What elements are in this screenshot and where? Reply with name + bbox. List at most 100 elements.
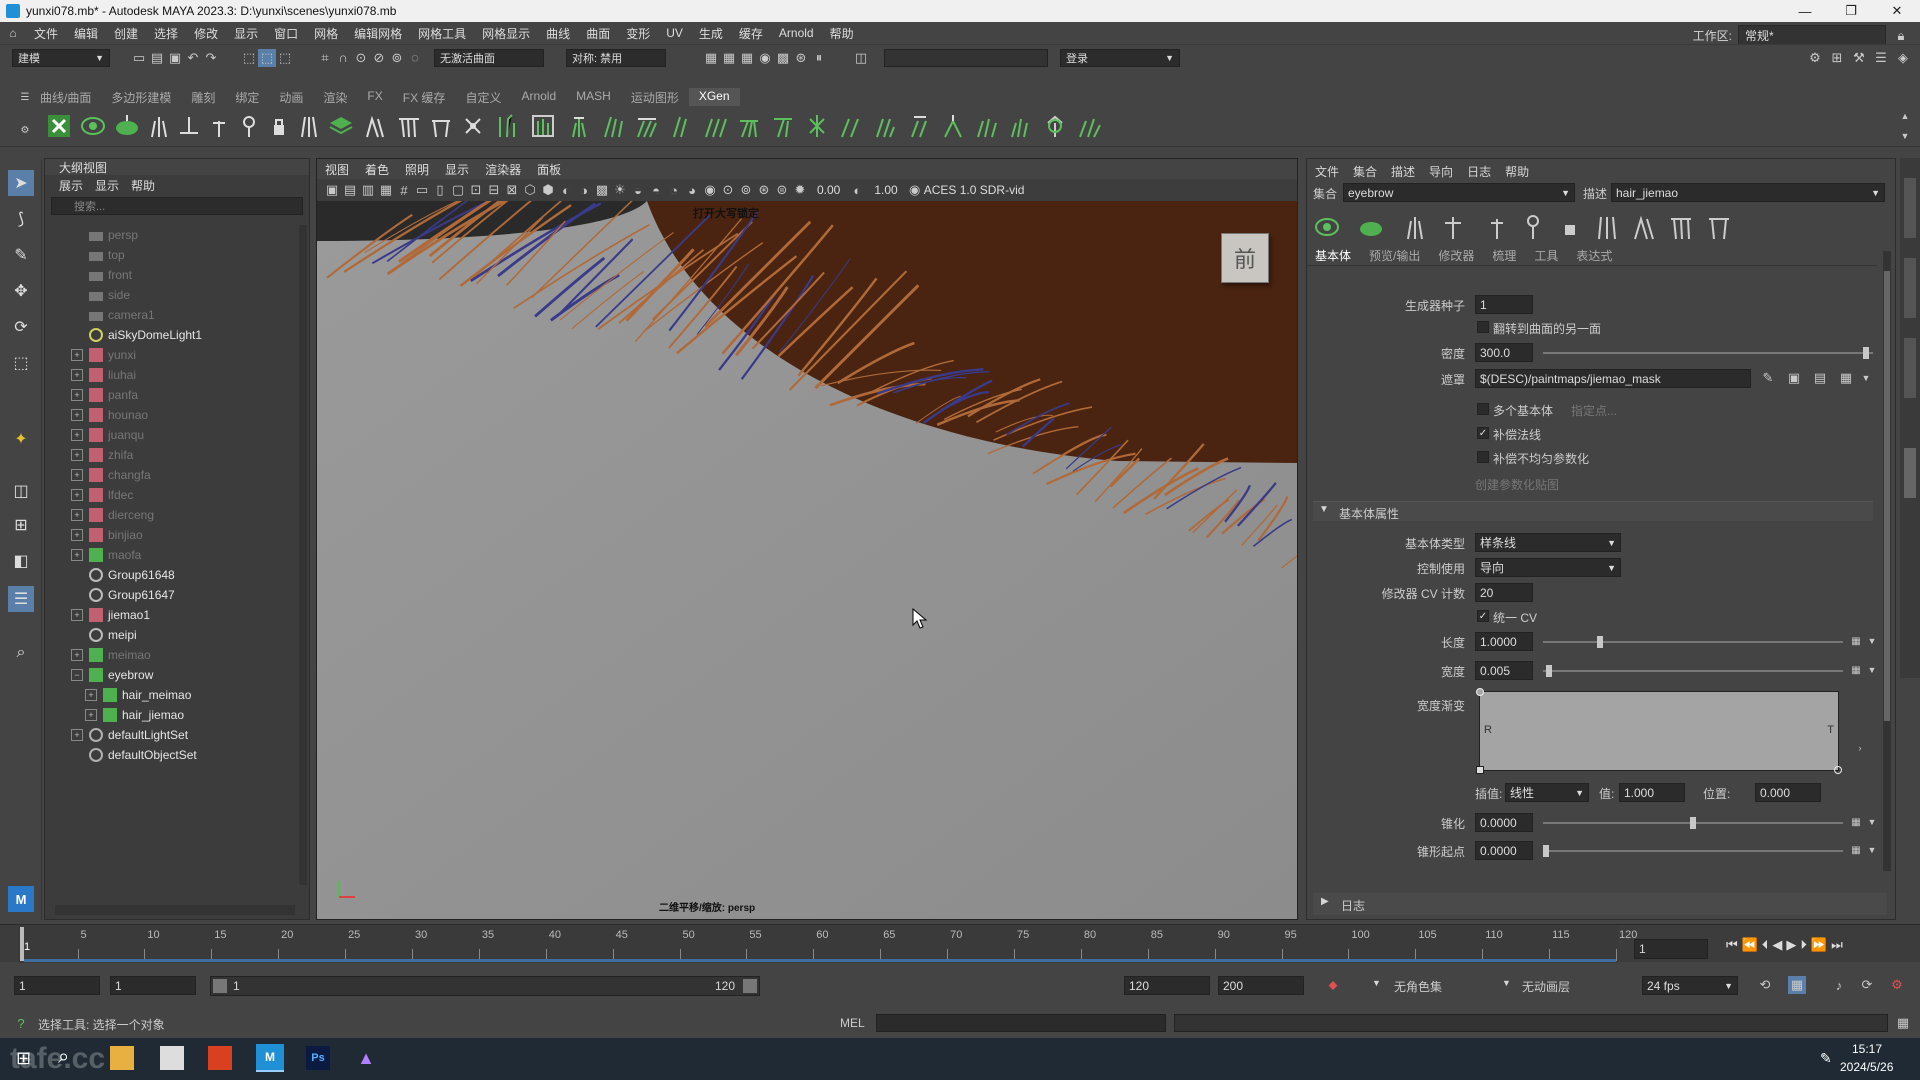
length-field[interactable]: 1.0000 xyxy=(1475,632,1533,651)
safe-action-icon[interactable]: ⊟ xyxy=(485,181,503,199)
outliner-layout-icon[interactable]: ☰ xyxy=(8,586,34,612)
ipr-render-icon[interactable]: ▦ xyxy=(738,49,756,67)
shelf-tab-animation[interactable]: 动画 xyxy=(269,88,313,106)
menu-windows[interactable]: 窗口 xyxy=(266,25,306,42)
single-perspective-layout-icon[interactable]: ◫ xyxy=(8,478,34,504)
tab-modifiers[interactable]: 修改器 xyxy=(1438,247,1474,264)
cut-guide-button[interactable] xyxy=(1709,218,1729,240)
primitive-type-dropdown[interactable]: 样条线 ▼ xyxy=(1475,533,1621,552)
bookmark-icon[interactable]: ▥ xyxy=(359,181,377,199)
gamma-icon[interactable]: ◐ xyxy=(848,181,866,199)
guide-bend-icon[interactable] xyxy=(362,113,388,139)
snap-view-icon[interactable]: ⊘ xyxy=(370,49,388,67)
specify-points-button[interactable]: 指定点... xyxy=(1571,402,1617,419)
fps-dropdown[interactable]: 24 fps ▼ xyxy=(1642,976,1738,995)
grooming-sculpt-icon[interactable] xyxy=(530,113,556,139)
mask-map-icon[interactable]: ▦ xyxy=(1837,369,1855,387)
guide-move-icon[interactable] xyxy=(176,113,202,139)
auto-key-icon[interactable]: ⬥ xyxy=(1324,976,1342,994)
menu-deform[interactable]: 变形 xyxy=(618,25,658,42)
outliner-item-meipi[interactable]: meipi xyxy=(45,625,295,645)
snap-point-icon[interactable]: ⊙ xyxy=(352,49,370,67)
snap-grid-icon[interactable]: ⌗ xyxy=(316,49,334,67)
guide-rotate-icon[interactable] xyxy=(236,113,262,139)
menu-display[interactable]: 显示 xyxy=(226,25,266,42)
tab-xgen[interactable] xyxy=(1904,448,1916,498)
color-management-icon[interactable]: ◉ xyxy=(906,181,924,199)
add-guide-button[interactable] xyxy=(1407,217,1423,240)
menu-edit[interactable]: 编辑 xyxy=(66,25,106,42)
groom-smooth-icon[interactable] xyxy=(702,113,728,139)
description-dropdown[interactable]: hair_jiemao ▼ xyxy=(1611,183,1885,202)
render-sequence-icon[interactable]: ▦ xyxy=(720,49,738,67)
groom-select-icon[interactable] xyxy=(600,113,626,139)
step-forward-frame-icon[interactable]: ⏵ xyxy=(1800,937,1807,953)
taper-field[interactable]: 0.0000 xyxy=(1475,813,1533,832)
ambient-occlusion-icon[interactable]: ◓ xyxy=(647,181,665,199)
shelf-tab-arnold[interactable]: Arnold xyxy=(511,88,566,106)
shelf-tab-curves[interactable]: 曲线/曲面 xyxy=(30,88,101,106)
camera-attributes-icon[interactable]: ▤ xyxy=(341,181,359,199)
shelf-scroll-up-icon[interactable]: ▲ xyxy=(1896,107,1914,125)
mask-field[interactable]: $(DESC)/paintmaps/jiemao_mask xyxy=(1475,369,1751,388)
loop-icon[interactable]: ⟲ xyxy=(1756,976,1774,994)
anim-layer-arrow-icon[interactable]: ▼ xyxy=(1502,978,1511,988)
expand-toggle-icon[interactable]: + xyxy=(71,369,83,381)
groom-part-icon[interactable] xyxy=(838,113,864,139)
vp-menu-show[interactable]: 显示 xyxy=(445,161,469,178)
gate-mask-icon[interactable]: ▢ xyxy=(449,181,467,199)
mask-options-icon[interactable]: ▼ xyxy=(1857,369,1875,387)
tab-channel-box[interactable] xyxy=(1904,178,1916,238)
outliner-horizontal-scrollbar[interactable] xyxy=(55,905,295,915)
snap-live-icon[interactable]: ◌ xyxy=(406,49,424,67)
ramp-value-field[interactable]: 1.000 xyxy=(1619,783,1685,802)
density-slider-handle[interactable] xyxy=(1863,347,1870,359)
step-back-key-icon[interactable]: ⏪ xyxy=(1742,937,1758,953)
interp-dropdown[interactable]: 线性 ▼ xyxy=(1505,783,1589,802)
clump-guide-button[interactable] xyxy=(1671,218,1691,240)
expand-toggle-icon[interactable]: + xyxy=(71,429,83,441)
length-options-icon[interactable]: ▼ xyxy=(1863,632,1881,650)
vp-menu-view[interactable]: 视图 xyxy=(325,161,349,178)
ramp-point-start[interactable] xyxy=(1476,688,1484,696)
create-description-button[interactable] xyxy=(1315,218,1339,236)
xgen-menu-log[interactable]: 日志 xyxy=(1467,163,1491,180)
close-button[interactable]: ✕ xyxy=(1874,0,1920,22)
outliner-item-jiemao1[interactable]: + jiemao1 xyxy=(45,605,295,625)
vp-menu-shading[interactable]: 着色 xyxy=(365,161,389,178)
groom-cut-icon[interactable] xyxy=(770,113,796,139)
animation-prefs-icon[interactable]: ⟳ xyxy=(1858,976,1876,994)
menu-mesh-tools[interactable]: 网格工具 xyxy=(410,25,474,42)
zoom-search-icon[interactable]: ⌕ xyxy=(8,640,34,666)
wireframe-on-shaded-icon[interactable]: ◑ xyxy=(575,181,593,199)
viewport-panel[interactable]: 视图 着色 照明 显示 渲染器 面板 ▣ ▤ ▥ ▦ # ▭ ▯ ▢ ⊡ ⊟ ⊠… xyxy=(316,158,1298,920)
quick-input-field[interactable] xyxy=(884,48,1048,67)
resolution-gate-icon[interactable]: ▯ xyxy=(431,181,449,199)
ramp-point-end[interactable] xyxy=(1834,766,1842,774)
outliner-item-hair_meimao[interactable]: + hair_meimao xyxy=(45,685,295,705)
primitive-attributes-header[interactable]: ▼ 基本体属性 xyxy=(1313,501,1873,521)
photoshop-taskbar-icon[interactable]: Ps xyxy=(306,1046,330,1070)
outliner-item-changfa[interactable]: + changfa xyxy=(45,465,295,485)
playback-start-field[interactable]: 1 xyxy=(110,976,196,995)
outliner-item-aiSkyDomeLight1[interactable]: aiSkyDomeLight1 xyxy=(45,325,295,345)
expand-toggle-icon[interactable]: + xyxy=(71,389,83,401)
mask-save-icon[interactable]: ▣ xyxy=(1785,369,1803,387)
menu-arnold[interactable]: Arnold xyxy=(771,26,822,40)
go-to-start-icon[interactable]: ⏮ xyxy=(1726,937,1738,953)
view-transform-value[interactable]: ACES 1.0 SDR-vid xyxy=(924,183,1025,197)
insert-guide-cv-button[interactable] xyxy=(1491,219,1503,239)
textured-icon[interactable]: ▩ xyxy=(593,181,611,199)
menu-modify[interactable]: 修改 xyxy=(186,25,226,42)
density-slider[interactable] xyxy=(1543,352,1873,354)
range-slider-bar[interactable]: 1 120 xyxy=(210,976,760,996)
xgen-menu-description[interactable]: 描述 xyxy=(1391,163,1415,180)
menu-file[interactable]: 文件 xyxy=(26,25,66,42)
vp-menu-renderer[interactable]: 渲染器 xyxy=(485,161,521,178)
shadows-icon[interactable]: ◒ xyxy=(629,181,647,199)
taper-start-slider[interactable] xyxy=(1543,850,1843,852)
guide-insert-icon[interactable] xyxy=(206,113,232,139)
width-options-icon[interactable]: ▼ xyxy=(1863,661,1881,679)
select-object-icon[interactable]: ⬚ xyxy=(258,48,276,67)
sound-icon[interactable]: ♪ xyxy=(1830,976,1848,994)
